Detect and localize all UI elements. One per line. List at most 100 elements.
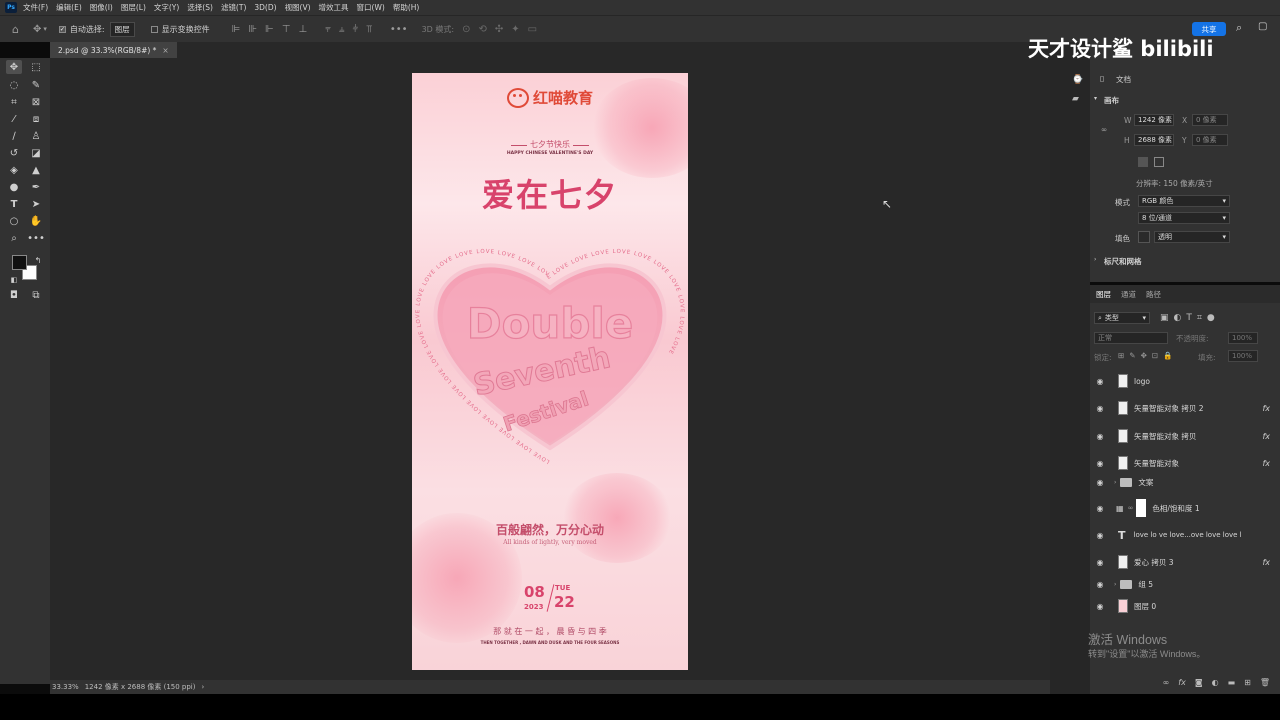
- blur-tool-icon[interactable]: ▲: [28, 163, 44, 177]
- layer-row[interactable]: ◉ 矢量智能对象 拷贝 fx: [1090, 423, 1270, 449]
- menu-select[interactable]: 选择(S): [187, 2, 213, 13]
- fill-swatch[interactable]: [1138, 231, 1150, 243]
- hand-tool-icon[interactable]: ✋: [28, 214, 44, 228]
- crop-tool-icon[interactable]: ⌗: [6, 95, 22, 109]
- fx-icon[interactable]: fx: [1262, 432, 1270, 441]
- menu-view[interactable]: 视图(V): [285, 2, 311, 13]
- width-field[interactable]: 1242 像素: [1134, 114, 1174, 126]
- comment-icon[interactable]: ▰: [1072, 94, 1079, 104]
- eye-icon[interactable]: ◉: [1092, 602, 1108, 611]
- chevron-down-icon[interactable]: ▾: [1094, 95, 1097, 102]
- menu-filter[interactable]: 滤镜(T): [221, 2, 246, 13]
- align-center-icon[interactable]: ⊪: [248, 24, 257, 35]
- chevron-down-icon[interactable]: ▾: [43, 25, 47, 33]
- move-tool-icon[interactable]: ✥: [33, 24, 41, 35]
- distribute-bottom-icon[interactable]: ⫩: [352, 24, 358, 35]
- layer-row[interactable]: ◉ logo: [1090, 368, 1270, 394]
- eye-icon[interactable]: ◉: [1092, 478, 1108, 487]
- eye-icon[interactable]: ◉: [1092, 504, 1108, 513]
- distribute-top-icon[interactable]: ⫧: [325, 24, 331, 35]
- roll-3d-icon[interactable]: ⟲: [478, 24, 486, 35]
- history-brush-tool-icon[interactable]: ↺: [6, 146, 22, 160]
- portrait-orientation-icon[interactable]: [1138, 157, 1148, 167]
- mode-dropdown[interactable]: RGB 颜色 ▾: [1138, 195, 1230, 207]
- layer-row[interactable]: ◉ 爱心 拷贝 3 fx: [1090, 549, 1270, 575]
- eye-icon[interactable]: ◉: [1092, 580, 1108, 589]
- link-icon[interactable]: ∞: [1101, 125, 1107, 134]
- blend-mode-dropdown[interactable]: 正常: [1094, 332, 1168, 344]
- layer-row[interactable]: ◉ T love lo ve love...ove love love l: [1090, 522, 1270, 548]
- document-tab[interactable]: 2.psd @ 33.3%(RGB/8#) * ×: [50, 42, 177, 58]
- align-top-icon[interactable]: ⊤: [282, 24, 291, 35]
- menu-image[interactable]: 图像(I): [90, 2, 113, 13]
- x-field[interactable]: 0 像素: [1192, 114, 1228, 126]
- fx-icon[interactable]: fx: [1262, 404, 1270, 413]
- menu-plugins[interactable]: 增效工具: [319, 2, 349, 13]
- slide-3d-icon[interactable]: ✦: [511, 24, 519, 35]
- scale-3d-icon[interactable]: ▭: [528, 24, 537, 35]
- lock-icons[interactable]: ⊞✎✥⊡🔒: [1118, 351, 1177, 360]
- move-tool-icon[interactable]: ✥: [6, 60, 22, 74]
- fx-icon[interactable]: fx: [1262, 459, 1270, 468]
- chevron-right-icon[interactable]: ›: [201, 683, 204, 691]
- home-icon[interactable]: ⌂: [12, 23, 19, 36]
- add-style-icon[interactable]: fx: [1178, 678, 1186, 687]
- zoom-tool-icon[interactable]: ⌕: [6, 231, 22, 245]
- frame-tool-icon[interactable]: ⊠: [28, 95, 44, 109]
- layer-row[interactable]: ◉ 图层 0: [1090, 593, 1270, 619]
- swap-colors-icon[interactable]: ↰: [30, 253, 46, 267]
- eye-icon[interactable]: ◉: [1092, 377, 1108, 386]
- y-field[interactable]: 0 像素: [1192, 134, 1228, 146]
- chevron-right-icon[interactable]: ›: [1114, 581, 1116, 588]
- new-group-icon[interactable]: ▬: [1228, 678, 1236, 687]
- menu-edit[interactable]: 编辑(E): [56, 2, 82, 13]
- fill-field[interactable]: 100%: [1228, 350, 1258, 362]
- menu-window[interactable]: 窗口(W): [357, 2, 385, 13]
- type-tool-icon[interactable]: T: [6, 197, 22, 211]
- paint-bucket-tool-icon[interactable]: ◈: [6, 163, 22, 177]
- marquee-tool-icon[interactable]: ⬚: [28, 60, 44, 74]
- more-options-icon[interactable]: •••: [390, 24, 408, 35]
- menu-help[interactable]: 帮助(H): [393, 2, 420, 13]
- height-field[interactable]: 2688 像素: [1134, 134, 1174, 146]
- layer-row[interactable]: ◉ › 组 5: [1090, 574, 1270, 594]
- quick-mask-icon[interactable]: ◘: [6, 288, 22, 302]
- auto-select-checkbox[interactable]: ✓: [58, 25, 66, 33]
- menu-file[interactable]: 文件(F): [23, 2, 48, 13]
- lasso-tool-icon[interactable]: ◌: [6, 78, 22, 92]
- fx-icon[interactable]: fx: [1262, 558, 1270, 567]
- tab-paths[interactable]: 路径: [1146, 289, 1161, 300]
- layer-filter-dropdown[interactable]: ⌕ 类型 ▾: [1094, 312, 1150, 324]
- align-middle-icon[interactable]: ⊥: [298, 24, 307, 35]
- fill-dropdown[interactable]: 透明 ▾: [1154, 231, 1230, 243]
- eye-icon[interactable]: ◉: [1092, 404, 1108, 413]
- menu-layer[interactable]: 图层(L): [121, 2, 146, 13]
- search-icon[interactable]: ⌕: [1236, 21, 1242, 35]
- auto-select-dropdown[interactable]: 图层: [109, 21, 135, 37]
- healing-tool-icon[interactable]: ⧈: [28, 112, 44, 126]
- workspace-icon[interactable]: ▢: [1258, 21, 1267, 32]
- layer-filter-icons[interactable]: ▣◐T⌗●: [1160, 313, 1220, 323]
- distribute-horizontal-icon[interactable]: ⫪: [366, 24, 372, 35]
- layer-row[interactable]: ◉ ▦ ∞ 色相/饱和度 1: [1090, 495, 1270, 521]
- default-colors-icon[interactable]: ◧: [6, 273, 22, 287]
- eye-icon[interactable]: ◉: [1092, 558, 1108, 567]
- align-left-icon[interactable]: ⊫: [232, 24, 241, 35]
- eraser-tool-icon[interactable]: ◪: [28, 146, 44, 160]
- distribute-middle-icon[interactable]: ⫨: [339, 24, 345, 35]
- orbit-3d-icon[interactable]: ⊙: [462, 24, 470, 35]
- stamp-tool-icon[interactable]: ♙: [28, 129, 44, 143]
- dodge-tool-icon[interactable]: ●: [6, 180, 22, 194]
- depth-dropdown[interactable]: 8 位/通道 ▾: [1138, 212, 1230, 224]
- add-mask-icon[interactable]: ◙: [1195, 678, 1203, 687]
- opacity-field[interactable]: 100%: [1228, 332, 1258, 344]
- tab-channels[interactable]: 通道: [1121, 289, 1136, 300]
- menu-type[interactable]: 文字(Y): [154, 2, 179, 13]
- layer-row[interactable]: ◉ 矢量智能对象 拷贝 2 fx: [1090, 395, 1270, 421]
- more-tools-icon[interactable]: •••: [27, 231, 45, 245]
- tab-layers[interactable]: 图层: [1096, 289, 1111, 300]
- brush-tool-icon[interactable]: ∕: [6, 129, 22, 143]
- screen-mode-icon[interactable]: ⧉: [28, 288, 44, 302]
- close-icon[interactable]: ×: [162, 46, 168, 55]
- eyedropper-tool-icon[interactable]: ⁄: [6, 112, 22, 126]
